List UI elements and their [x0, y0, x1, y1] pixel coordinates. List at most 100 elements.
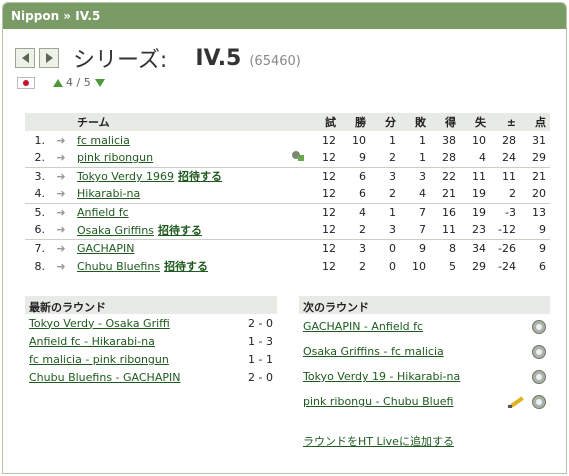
trend-arrow-icon: ➜ — [56, 205, 66, 219]
played: 12 — [322, 169, 336, 183]
series-label: シリーズ: — [73, 48, 168, 73]
played: 12 — [322, 259, 336, 273]
team-cell: GACHAPIN — [73, 239, 288, 257]
list-item: Osaka Griffins - fc malicia — [299, 339, 550, 364]
manager-icon[interactable] — [292, 151, 304, 162]
match-link[interactable]: Tokyo Verdy - Osaka Griffi — [29, 317, 170, 330]
points: 9 — [520, 221, 550, 240]
series-id: (65460) — [249, 53, 301, 69]
list-item: GACHAPIN - Anfield fc — [299, 314, 550, 339]
list-item: fc malicia - pink ribongun 1 - 1 — [25, 350, 277, 368]
lost: 9 — [419, 241, 426, 255]
drawn: 3 — [389, 169, 396, 183]
lost: 4 — [400, 185, 430, 204]
magnifier-icon[interactable] — [532, 394, 546, 409]
team-link[interactable]: Tokyo Verdy 1969 — [77, 170, 174, 183]
header-team: チーム — [77, 116, 110, 129]
lost: 3 — [419, 169, 426, 183]
list-item: Anfield fc - Hikarabi-na 1 - 3 — [25, 332, 277, 350]
match-score: 2 - 0 — [248, 370, 273, 384]
goal-diff: -3 — [505, 205, 516, 219]
header-won: 勝 — [355, 116, 366, 129]
team-link[interactable]: Chubu Bluefins — [77, 260, 160, 273]
invite-link[interactable]: 招待する — [178, 170, 222, 183]
level-down-icon[interactable] — [94, 78, 105, 87]
table-row: 8. ➜ Chubu Bluefins 招待する 12 2 0 10 5 29 -24 6 — [25, 257, 550, 275]
match-score: 1 - 3 — [248, 334, 273, 348]
team-cell: fc malicia — [73, 131, 288, 149]
goals-for: 21 — [430, 185, 460, 204]
pencil-icon[interactable] — [508, 395, 524, 409]
next-series-button[interactable] — [39, 48, 59, 68]
trend-arrow-icon: ➜ — [56, 241, 66, 255]
trend-arrow-icon: ➜ — [49, 221, 73, 240]
goal-diff: 28 — [502, 133, 516, 147]
breadcrumb[interactable]: Nippon » IV.5 — [3, 3, 566, 29]
add-to-ht-live-link[interactable]: ラウンドをHT Liveに追加する — [303, 433, 454, 449]
invite-link[interactable]: 招待する — [158, 224, 202, 237]
magnifier-icon[interactable] — [532, 319, 546, 334]
japan-flag-icon[interactable] — [17, 76, 35, 89]
goals-for: 38 — [442, 133, 456, 147]
played: 12 — [310, 185, 340, 204]
trend-arrow-icon: ➜ — [56, 169, 66, 183]
table-row: 4. ➜ Hikarabi-na 12 6 2 4 21 19 2 20 — [25, 185, 550, 204]
won: 2 — [340, 221, 370, 240]
won: 9 — [340, 149, 370, 168]
header-played: 試 — [325, 116, 336, 129]
header-lost: 敗 — [415, 116, 426, 129]
magnifier-icon[interactable] — [532, 344, 546, 359]
header-points: 点 — [535, 116, 546, 129]
team-link[interactable]: Anfield fc — [77, 206, 129, 219]
team-cell: Osaka Griffins 招待する — [73, 221, 288, 240]
team-cell: pink ribongun — [73, 149, 288, 168]
goals-against: 11 — [472, 169, 486, 183]
team-link[interactable]: GACHAPIN — [77, 242, 134, 255]
played: 12 — [322, 241, 336, 255]
goals-for: 22 — [442, 169, 456, 183]
latest-round-title: 最新のラウンド — [25, 296, 277, 314]
position: 5. — [34, 205, 46, 219]
team-cell: Chubu Bluefins 招待する — [73, 257, 288, 275]
points: 21 — [532, 169, 546, 183]
match-link[interactable]: pink ribongu - Chubu Bluefi — [303, 395, 453, 408]
match-score: 2 - 0 — [248, 316, 273, 330]
series-panel: Nippon » IV.5 シリーズ: IV.5 (65460) 4 / 5 チ… — [2, 2, 567, 474]
team-cell: Hikarabi-na — [73, 185, 288, 204]
goals-for: 8 — [449, 241, 456, 255]
match-link[interactable]: Anfield fc - Hikarabi-na — [29, 335, 155, 348]
goals-against: 29 — [472, 259, 486, 273]
position: 4. — [25, 185, 49, 204]
goals-for: 5 — [449, 259, 456, 273]
table-row: 7. ➜ GACHAPIN 12 3 0 9 8 34 -26 9 — [25, 239, 550, 257]
match-score: 1 - 1 — [248, 352, 273, 366]
match-link[interactable]: GACHAPIN - Anfield fc — [303, 320, 423, 333]
invite-link[interactable]: 招待する — [164, 260, 208, 273]
goal-diff: 11 — [502, 169, 516, 183]
goal-diff: 2 — [490, 185, 520, 204]
header-goals-for: 得 — [445, 116, 456, 129]
played: 12 — [310, 149, 340, 168]
won: 10 — [352, 133, 366, 147]
lost: 1 — [400, 149, 430, 168]
team-cell: Tokyo Verdy 1969 招待する — [73, 167, 288, 185]
goals-against: 23 — [460, 221, 490, 240]
points: 31 — [532, 133, 546, 147]
prev-series-button[interactable] — [15, 48, 35, 68]
list-item: Tokyo Verdy 19 - Hikarabi-na — [299, 364, 550, 389]
drawn: 1 — [389, 133, 396, 147]
match-link[interactable]: fc malicia - pink ribongun — [29, 353, 169, 366]
lost: 7 — [419, 205, 426, 219]
team-link[interactable]: pink ribongun — [77, 151, 153, 164]
match-link[interactable]: Chubu Bluefins - GACHAPIN — [29, 371, 180, 384]
team-link[interactable]: Hikarabi-na — [77, 187, 140, 200]
match-link[interactable]: Tokyo Verdy 19 - Hikarabi-na — [303, 370, 460, 383]
level-up-icon[interactable] — [53, 78, 63, 87]
points: 20 — [520, 185, 550, 204]
goals-against: 4 — [460, 149, 490, 168]
magnifier-icon[interactable] — [532, 369, 546, 384]
match-link[interactable]: Osaka Griffins - fc malicia — [303, 345, 444, 358]
team-link[interactable]: Osaka Griffins — [77, 224, 154, 237]
trend-arrow-icon: ➜ — [56, 259, 66, 273]
team-link[interactable]: fc malicia — [77, 134, 130, 147]
